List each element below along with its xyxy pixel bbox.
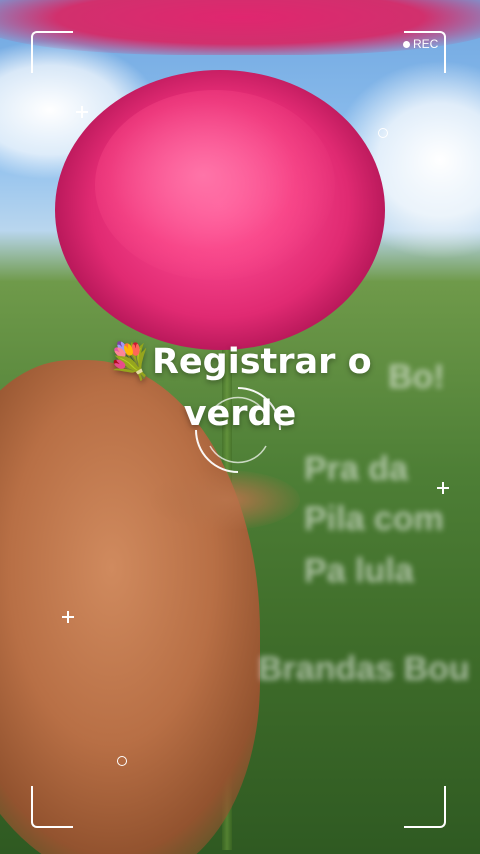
plus-marker-icon bbox=[437, 482, 449, 494]
viewfinder-corner bbox=[31, 786, 73, 828]
caption-line-2: verde bbox=[183, 394, 297, 434]
caption-line-1: Registrar o bbox=[151, 342, 372, 382]
recording-label: REC bbox=[413, 37, 439, 51]
bouquet-icon: 💐 bbox=[108, 342, 152, 382]
plus-marker-icon bbox=[76, 106, 88, 118]
viewfinder-corner bbox=[404, 786, 446, 828]
caption-title: 💐Registrar o verde bbox=[60, 336, 420, 440]
recording-dot-icon bbox=[403, 40, 410, 48]
camera-viewfinder: REC 💐Registrar o verde bbox=[0, 0, 480, 854]
viewfinder-corner bbox=[31, 31, 73, 73]
recording-indicator: REC bbox=[403, 37, 438, 51]
plus-marker-icon bbox=[62, 611, 74, 623]
ring-marker-icon bbox=[117, 756, 127, 766]
ring-marker-icon bbox=[378, 128, 388, 138]
